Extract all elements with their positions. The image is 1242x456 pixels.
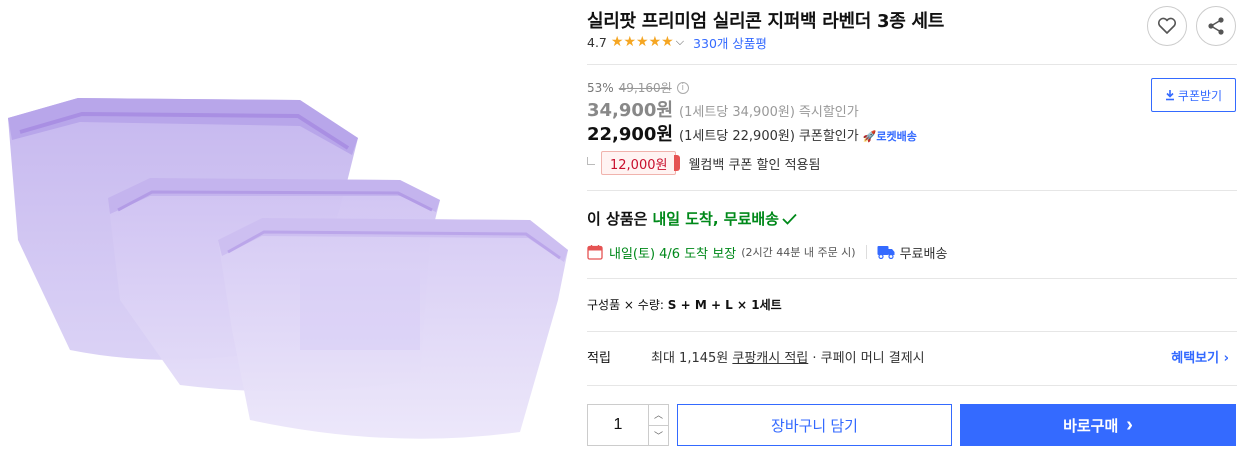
- divider: [865, 245, 867, 259]
- add-to-cart-button[interactable]: 장바구니 담기: [677, 404, 952, 446]
- original-price: 49,160원: [618, 81, 672, 95]
- instant-price-label: 즉시할인가: [798, 105, 859, 120]
- quantity-step-buttons: ︿ ﹀: [648, 405, 668, 445]
- review-count-link[interactable]: 330개 상품평: [693, 33, 767, 52]
- benefit-link-label: 혜택보기: [1171, 350, 1220, 366]
- delivery-head-prefix: 이 상품은: [587, 210, 648, 228]
- star-icon: ★: [623, 34, 637, 50]
- quantity-decrease-button[interactable]: ﹀: [649, 424, 668, 446]
- discount-rate: 53%: [587, 80, 614, 95]
- rating-row: 4.7 ★ ★ ★ ★ ★ ⌵ 330개 상품평: [587, 33, 767, 51]
- divider: [587, 331, 1237, 332]
- buy-now-button[interactable]: 바로구매 ›: [960, 404, 1236, 446]
- heart-icon: [1157, 17, 1177, 34]
- divider: [587, 190, 1237, 191]
- divider: [587, 385, 1237, 386]
- quantity-increase-button[interactable]: ︿: [649, 405, 668, 425]
- discount-row: 53% 49,160원 i: [587, 79, 689, 96]
- coupon-download-button[interactable]: 쿠폰받기: [1151, 78, 1236, 112]
- coupon-button-label: 쿠폰받기: [1177, 88, 1223, 103]
- silicone-bags-illustration: [8, 98, 568, 439]
- star-icon: ★: [661, 34, 674, 50]
- divider: [587, 64, 1237, 65]
- chevron-right-icon: ›: [1223, 350, 1229, 366]
- product-image: [0, 0, 580, 456]
- download-icon: [1165, 89, 1174, 100]
- coupang-cash-link[interactable]: 쿠팡캐시 적립: [732, 351, 808, 366]
- truck-icon: [877, 246, 895, 259]
- points-text: 최대 1,145원 쿠팡캐시 적립 · 쿠페이 머니 결제시: [651, 347, 1171, 366]
- share-button[interactable]: [1196, 6, 1236, 46]
- welcome-coupon-row: 12,000원 웰컴백 쿠폰 할인 적용됨: [587, 151, 820, 175]
- points-row: 적립 최대 1,145원 쿠팡캐시 적립 · 쿠페이 머니 결제시 혜택보기 ›: [587, 347, 1237, 366]
- star-icon: ★: [610, 34, 624, 50]
- divider: [587, 278, 1237, 279]
- product-info-panel: 실리팟 프리미엄 실리콘 지퍼백 라벤더 3종 세트 4.7 ★ ★ ★ ★ ★…: [587, 0, 1237, 456]
- coupon-price: 22,900원: [587, 124, 674, 145]
- delivery-detail-row: 내일(토) 4/6 도착 보장 (2시간 44분 내 주문 시) 무료배송: [587, 241, 947, 263]
- option-row: 구성품 × 수량: S + M + L × 1세트: [587, 296, 782, 313]
- star-icon: ★: [648, 34, 662, 50]
- instant-price: 34,900원: [587, 100, 674, 121]
- coupon-price-label: 쿠폰할인가: [798, 129, 859, 144]
- delivery-head-highlight: 내일 도착, 무료배송: [652, 210, 779, 228]
- chevron-down-icon[interactable]: ⌵: [676, 35, 684, 49]
- points-amount: 최대 1,145원: [651, 350, 729, 366]
- welcome-coupon-text: 웰컴백 쿠폰 할인 적용됨: [688, 157, 821, 173]
- points-label: 적립: [587, 350, 611, 366]
- rating-value: 4.7: [587, 34, 607, 50]
- chevron-up-icon: ︿: [653, 411, 663, 422]
- instant-unit-price: (1세트당 34,900원): [679, 105, 795, 120]
- corner-mark: [587, 157, 595, 165]
- chevron-down-icon: ﹀: [653, 431, 663, 442]
- quantity-input[interactable]: [588, 405, 648, 445]
- wishlist-button[interactable]: [1147, 6, 1187, 46]
- arrival-date: 내일(토) 4/6 도착 보장: [609, 246, 737, 262]
- star-rating[interactable]: ★ ★ ★ ★ ★: [611, 35, 674, 49]
- product-title: 실리팟 프리미엄 실리콘 지퍼백 라벤더 3종 세트: [587, 11, 944, 32]
- info-icon[interactable]: i: [676, 81, 689, 94]
- order-deadline: (2시간 44분 내 주문 시): [741, 246, 856, 259]
- instant-price-row: 34,900원 (1세트당 34,900원) 즉시할인가: [587, 96, 859, 122]
- free-shipping: 무료배송: [899, 246, 948, 262]
- small-bag: [218, 218, 568, 439]
- option-label: 구성품 × 수량:: [587, 298, 664, 312]
- benefit-link[interactable]: 혜택보기 ›: [1171, 347, 1229, 366]
- rocket-delivery-badge: 🚀로켓배송: [862, 130, 917, 143]
- coupon-price-row: 22,900원 (1세트당 22,900원) 쿠폰할인가 🚀로켓배송: [587, 120, 917, 146]
- share-icon: [1208, 17, 1224, 35]
- star-icon: ★: [636, 34, 649, 50]
- option-value: S + M + L × 1세트: [667, 298, 782, 312]
- welcome-coupon-badge: 12,000원: [601, 151, 681, 175]
- check-icon: [782, 213, 797, 225]
- chevron-right-icon: ›: [1126, 414, 1133, 436]
- buy-now-label: 바로구매: [1063, 417, 1119, 435]
- calendar-icon: [587, 245, 603, 260]
- points-condition: · 쿠페이 머니 결제시: [812, 350, 925, 366]
- delivery-headline: 이 상품은 내일 도착, 무료배송: [587, 208, 797, 229]
- rocket-icon: 🚀: [862, 130, 877, 143]
- quantity-stepper: ︿ ﹀: [587, 404, 669, 446]
- coupon-unit-price: (1세트당 22,900원): [679, 129, 795, 144]
